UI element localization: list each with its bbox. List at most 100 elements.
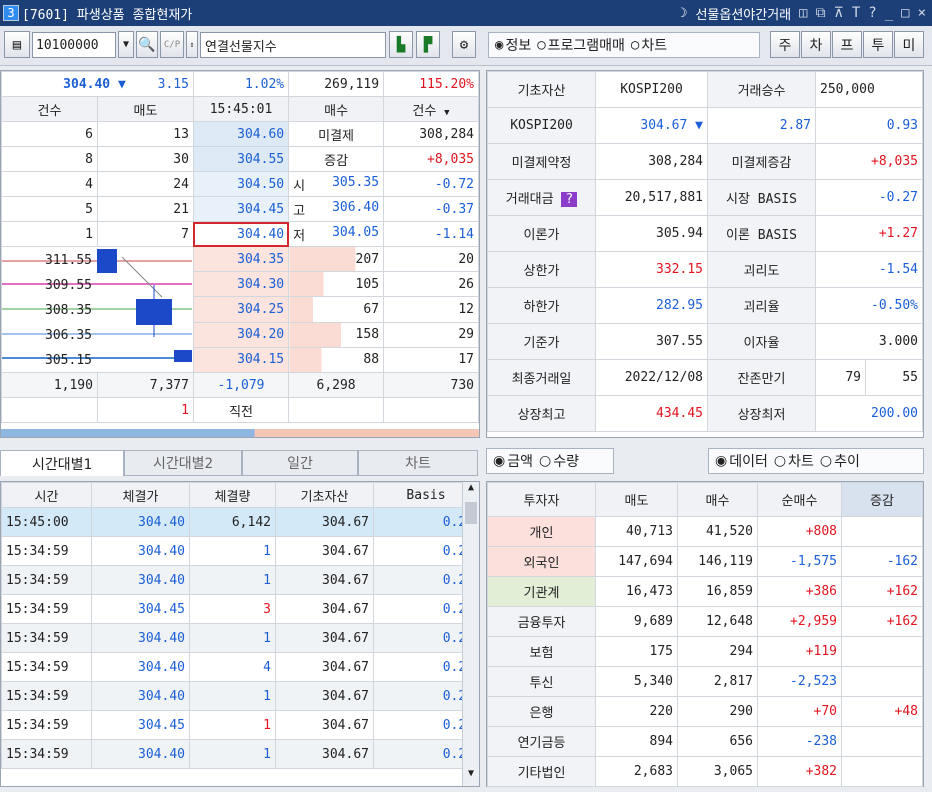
investor-panel: 투자자 매도 매수 순매수 증감 개인 40,713 41,520 +808 외국인 14…	[486, 481, 924, 787]
investor-row[interactable]: 연기금등 894 656 -238	[487, 726, 923, 757]
info-label: 괴리율	[707, 287, 816, 324]
info-value: 79	[815, 359, 866, 396]
investor-sell: 40,713	[595, 516, 678, 547]
green-window-icon[interactable]: ▛	[416, 31, 440, 58]
trade-row[interactable]: 15:34:59 304.40 1 304.67 0.27	[1, 536, 479, 566]
trade-row[interactable]: 15:34:59 304.40 1 304.67 0.27	[1, 739, 479, 769]
radio-info[interactable]: ◉ 정보	[495, 35, 531, 55]
bid-price[interactable]: 304.30	[192, 271, 290, 298]
open-label: 시	[293, 178, 306, 194]
radio-trend[interactable]: ○ 추이	[820, 451, 860, 471]
investor-row[interactable]: 외국인 147,694 146,119 -1,575 -162	[487, 546, 923, 577]
night-trading-link[interactable]: 선물옵션야간거래	[695, 4, 791, 23]
radio-trend-label: 추이	[834, 454, 860, 470]
trade-row[interactable]: 15:34:59 304.40 1 304.67 0.27	[1, 681, 479, 711]
investor-row[interactable]: 금융투자 9,689 12,648 +2,959 +162	[487, 606, 923, 637]
investor-row[interactable]: 투신 5,340 2,817 -2,523	[487, 666, 923, 697]
info-value: 332.15	[595, 251, 708, 288]
pin-icon[interactable]: ⊼	[834, 5, 844, 21]
stock-button[interactable]: 주	[770, 31, 800, 58]
bid-price[interactable]: 304.25	[192, 296, 290, 323]
investor-row[interactable]: 보험 175 294 +119	[487, 636, 923, 667]
investor-row[interactable]: 은행 220 290 +70 +48	[487, 696, 923, 727]
trade-time: 15:34:59	[1, 652, 92, 682]
tab-chart[interactable]: 차트	[358, 450, 478, 476]
ask-price[interactable]: 304.60	[192, 121, 290, 147]
outstanding-button[interactable]: 미	[894, 31, 924, 58]
trade-row[interactable]: 15:34:59 304.40 1 304.67 0.27	[1, 565, 479, 595]
trade-price: 304.40	[91, 652, 190, 682]
investor-buy: 12,648	[677, 606, 758, 637]
ask-count: 6	[1, 121, 98, 147]
font-icon[interactable]: T	[852, 5, 860, 21]
maximize-icon[interactable]: □	[901, 5, 909, 21]
bid-row: 311.55 309.55 308.35 306.35 305.15 304.3…	[1, 245, 479, 373]
radio-amount[interactable]: ◉ 금액	[493, 451, 533, 471]
trades-scrollbar[interactable]: ▲ ▼	[462, 482, 479, 786]
radio-quantity[interactable]: ○ 수량	[539, 451, 579, 471]
info-value: +8,035	[815, 143, 923, 180]
link-icon[interactable]: ⧉	[816, 5, 826, 21]
green-chart-icon[interactable]: ▙	[389, 31, 413, 58]
trade-row[interactable]: 15:34:59 304.45 3 304.67 0.22	[1, 594, 479, 624]
trade-price: 304.40	[91, 507, 190, 537]
investor-row[interactable]: 기관계 16,473 16,859 +386 +162	[487, 576, 923, 607]
name-field[interactable]: 연결선물지수	[200, 32, 386, 58]
radio-chart[interactable]: ○ 차트	[631, 35, 667, 55]
close-icon[interactable]: ×	[918, 5, 926, 21]
investor-buy: 294	[677, 636, 758, 667]
chart-price: 305.15	[45, 353, 92, 368]
header-ask-count: 건수	[1, 96, 98, 122]
bid-price[interactable]: 304.15	[192, 346, 290, 374]
program-button[interactable]: 프	[832, 31, 862, 58]
ask-price[interactable]: 304.55	[192, 146, 290, 172]
tab-daily[interactable]: 일간	[242, 450, 358, 476]
chart-button[interactable]: 차	[801, 31, 831, 58]
cp-icon[interactable]: C/P	[160, 31, 184, 58]
investor-row[interactable]: 개인 40,713 41,520 +808	[487, 516, 923, 547]
ask-price-current[interactable]: 304.40	[192, 221, 290, 247]
bid-price[interactable]: 304.20	[192, 321, 290, 348]
help-icon[interactable]: ?	[868, 5, 876, 21]
trade-row[interactable]: 15:34:59 304.40 1 304.67 0.27	[1, 623, 479, 653]
trade-row[interactable]: 15:34:59 304.40 4 304.67 0.27	[1, 652, 479, 682]
bid-price[interactable]: 304.35	[192, 245, 290, 273]
ask-count: 4	[1, 171, 98, 197]
info-value: 308,284	[595, 143, 708, 180]
trade-row[interactable]: 15:34:59 304.45 1 304.67 0.22	[1, 710, 479, 740]
amount-radio-group: ◉ 금액 ○ 수량	[486, 448, 614, 474]
header-time: 시간	[1, 482, 92, 508]
radio-amount-label: 금액	[507, 454, 533, 470]
tab-time1[interactable]: 시간대별1	[0, 450, 124, 476]
investor-change	[841, 756, 923, 787]
scroll-thumb[interactable]	[465, 502, 477, 524]
code-input[interactable]: 10100000	[32, 32, 116, 58]
investor-row[interactable]: 기타법인 2,683 3,065 +382	[487, 756, 923, 787]
candle	[97, 249, 117, 273]
trade-row[interactable]: 15:45:00 304.40 6,142 304.67 0.27	[1, 507, 479, 537]
investor-button[interactable]: 투	[863, 31, 893, 58]
minimize-icon[interactable]: _	[885, 5, 893, 21]
info-value: 307.55	[595, 323, 708, 360]
spin-icon[interactable]: ⇕	[186, 31, 198, 58]
info-label: 시장 BASIS	[707, 179, 816, 216]
menu-toggle-icon[interactable]: ▤	[4, 31, 30, 58]
radio-program[interactable]: ○ 프로그램매매	[537, 35, 625, 55]
header-bid-count[interactable]: 건수 ▼	[383, 96, 479, 122]
help-icon[interactable]: ?	[561, 192, 578, 207]
radio-investor-chart[interactable]: ○ 차트	[774, 451, 814, 471]
chart-price-labels: 311.55 309.55 308.35 306.35 305.15	[4, 248, 92, 372]
ask-price[interactable]: 304.45	[192, 196, 290, 222]
scroll-down-icon[interactable]: ▼	[463, 768, 479, 786]
scroll-up-icon[interactable]: ▲	[463, 482, 479, 500]
ask-price[interactable]: 304.50	[192, 171, 290, 197]
investor-name: 보험	[487, 636, 596, 667]
investor-buy: 3,065	[677, 756, 758, 787]
search-icon[interactable]: 🔍	[136, 31, 158, 58]
settings-gear-icon[interactable]: ⚙	[452, 31, 476, 58]
code-dropdown-icon[interactable]: ▼	[118, 31, 134, 58]
price-change: 3.15	[157, 76, 189, 92]
restore-icon[interactable]: ◫	[799, 5, 807, 21]
tab-time2[interactable]: 시간대별2	[124, 450, 242, 476]
radio-data[interactable]: ◉ 데이터	[715, 451, 768, 471]
